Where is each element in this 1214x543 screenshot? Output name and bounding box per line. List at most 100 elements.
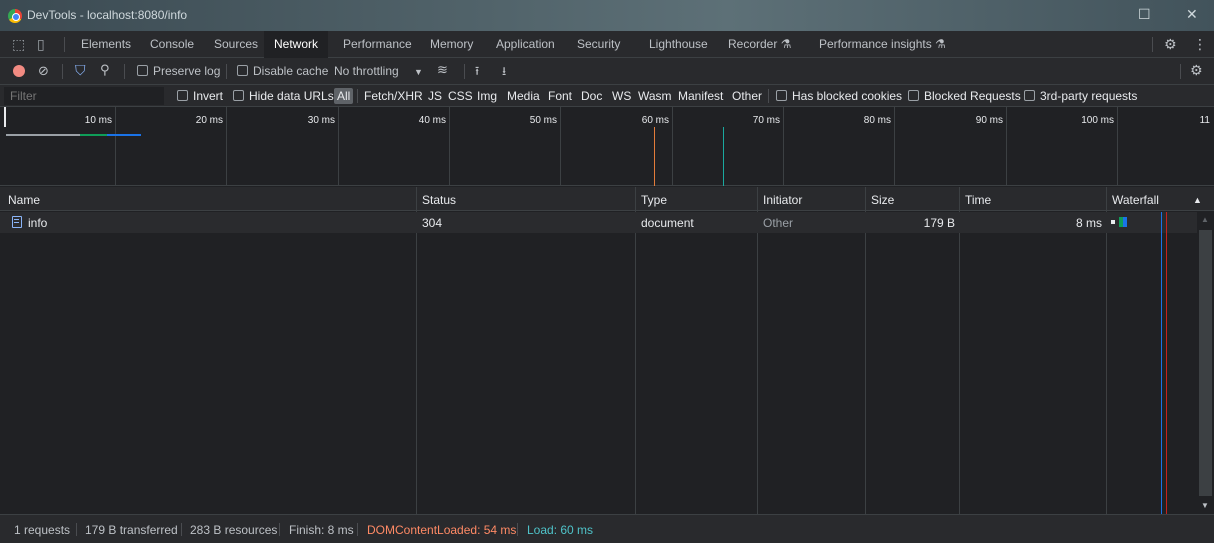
preserve-log-checkbox[interactable]: Preserve log — [137, 64, 220, 78]
scrollbar-thumb[interactable] — [1199, 230, 1212, 496]
requests-table-header: Name Status Type Initiator Size Time Wat… — [0, 187, 1214, 211]
tab-application[interactable]: Application — [496, 37, 555, 51]
divider — [279, 523, 280, 536]
column-header-status[interactable]: Status — [422, 193, 456, 207]
type-filter-font[interactable]: Font — [548, 89, 572, 103]
devtools-tab-bar: ⬚ ▯ Elements Console Sources Network Per… — [0, 31, 1214, 58]
scroll-up-arrow-icon[interactable]: ▲ — [1201, 215, 1209, 224]
tick-label: 11 — [1199, 115, 1210, 126]
dropdown-arrow-icon: ▼ — [414, 67, 423, 77]
tab-elements[interactable]: Elements — [81, 37, 131, 51]
tab-network[interactable]: Network — [264, 31, 329, 58]
blocked-requests-checkbox[interactable]: Blocked Requests — [908, 89, 1021, 103]
request-bar-ttfb — [80, 134, 107, 136]
type-filter-wasm[interactable]: Wasm — [638, 89, 672, 103]
tab-lighthouse[interactable]: Lighthouse — [649, 37, 708, 51]
type-filter-doc[interactable]: Doc — [581, 89, 602, 103]
network-summary-bar: 1 requests 179 B transferred 283 B resou… — [0, 514, 1214, 543]
divider — [1180, 64, 1181, 79]
column-header-size[interactable]: Size — [871, 193, 894, 207]
hide-data-urls-checkbox[interactable]: Hide data URLs — [233, 89, 334, 103]
network-overview-timeline[interactable]: 10 ms 20 ms 30 ms 40 ms 50 ms 60 ms 70 m… — [0, 107, 1214, 186]
export-har-download-icon[interactable]: ⭳ — [502, 62, 506, 83]
clear-icon[interactable]: ⊘ — [38, 63, 49, 79]
throttling-value: No throttling — [334, 64, 399, 78]
tab-memory[interactable]: Memory — [430, 37, 473, 51]
more-options-icon[interactable]: ⋮ — [1193, 36, 1207, 53]
request-bar-download — [107, 134, 141, 136]
request-bar-waiting — [6, 134, 80, 136]
third-party-requests-checkbox[interactable]: 3rd-party requests — [1024, 89, 1137, 103]
settings-gear-icon[interactable]: ⚙ — [1164, 36, 1177, 53]
grid-line — [1006, 107, 1007, 186]
tick-label: 80 ms — [863, 115, 891, 126]
column-header-name[interactable]: Name — [8, 193, 40, 207]
dom-content-loaded-marker — [654, 127, 655, 186]
tab-security[interactable]: Security — [577, 37, 620, 51]
type-filter-ws[interactable]: WS — [612, 89, 631, 103]
device-toolbar-icon[interactable]: ▯ — [37, 36, 45, 53]
type-filter-manifest[interactable]: Manifest — [678, 89, 723, 103]
checkbox-box — [233, 90, 244, 101]
search-icon[interactable]: ⚲ — [100, 62, 110, 78]
overview-selection-handle[interactable] — [4, 107, 6, 127]
checkbox-box — [776, 90, 787, 101]
column-header-initiator[interactable]: Initiator — [763, 193, 802, 207]
type-filter-all[interactable]: All — [334, 88, 354, 104]
record-icon[interactable] — [13, 65, 25, 77]
column-header-type[interactable]: Type — [641, 193, 667, 207]
type-filter-other[interactable]: Other — [732, 89, 762, 103]
inspect-element-icon[interactable]: ⬚ — [12, 36, 25, 53]
has-blocked-cookies-checkbox[interactable]: Has blocked cookies — [776, 89, 902, 103]
close-icon[interactable]: ✕ — [1186, 6, 1198, 23]
tick-label: 20 ms — [195, 115, 223, 126]
network-settings-gear-icon[interactable]: ⚙ — [1190, 62, 1203, 79]
tab-recorder-label: Recorder — [728, 37, 778, 51]
grid-line — [560, 107, 561, 186]
divider — [464, 64, 465, 79]
type-filter-css[interactable]: CSS — [448, 89, 473, 103]
filter-funnel-icon[interactable]: ⛉ — [75, 62, 86, 79]
tab-sources[interactable]: Sources — [214, 37, 258, 51]
type-filter-js[interactable]: JS — [428, 89, 442, 103]
request-time: 8 ms — [1075, 216, 1102, 230]
grid-line — [449, 107, 450, 186]
divider — [768, 89, 769, 103]
import-har-upload-icon[interactable]: ⭱ — [475, 62, 479, 83]
tick-label: 100 ms — [1081, 115, 1114, 126]
filter-input[interactable] — [4, 87, 164, 105]
column-header-waterfall[interactable]: Waterfall — [1112, 193, 1159, 207]
tab-performance-insights-label: Performance insights — [819, 37, 932, 51]
tab-performance-insights[interactable]: Performance insights ⚗ — [819, 37, 946, 51]
preserve-log-label: Preserve log — [153, 64, 221, 78]
request-name[interactable]: info — [28, 216, 47, 230]
checkbox-box — [1024, 90, 1035, 101]
tab-performance[interactable]: Performance — [343, 37, 412, 51]
type-filter-media[interactable]: Media — [507, 89, 540, 103]
network-conditions-wifi-icon[interactable]: ≋ — [437, 62, 448, 78]
divider — [357, 89, 358, 103]
divider — [181, 523, 182, 536]
sort-ascending-icon[interactable]: ▲ — [1193, 195, 1202, 205]
column-header-time[interactable]: Time — [965, 193, 991, 207]
summary-dom-content-loaded: DOMContentLoaded: 54 ms — [367, 523, 517, 537]
scroll-down-arrow-icon[interactable]: ▼ — [1201, 501, 1209, 510]
tab-recorder[interactable]: Recorder ⚗ — [728, 37, 791, 51]
tab-console[interactable]: Console — [150, 37, 194, 51]
column-divider — [416, 187, 417, 514]
column-divider — [865, 187, 866, 514]
grid-line — [894, 107, 895, 186]
disable-cache-checkbox[interactable]: Disable cache — [237, 64, 328, 78]
invert-checkbox[interactable]: Invert — [177, 89, 223, 103]
document-file-icon — [12, 216, 22, 228]
type-filter-fetch-xhr[interactable]: Fetch/XHR — [364, 89, 423, 103]
maximize-icon[interactable]: ☐ — [1138, 6, 1151, 23]
tick-label: 10 ms — [84, 115, 112, 126]
table-row[interactable]: info 304 document Other 179 B 8 ms — [0, 212, 1197, 233]
experiment-flask-icon: ⚗ — [935, 37, 946, 51]
tick-label: 70 ms — [752, 115, 780, 126]
chrome-logo-icon — [8, 9, 22, 23]
column-divider — [635, 187, 636, 514]
type-filter-img[interactable]: Img — [477, 89, 497, 103]
throttling-select[interactable]: No throttling ▼ — [334, 64, 423, 78]
